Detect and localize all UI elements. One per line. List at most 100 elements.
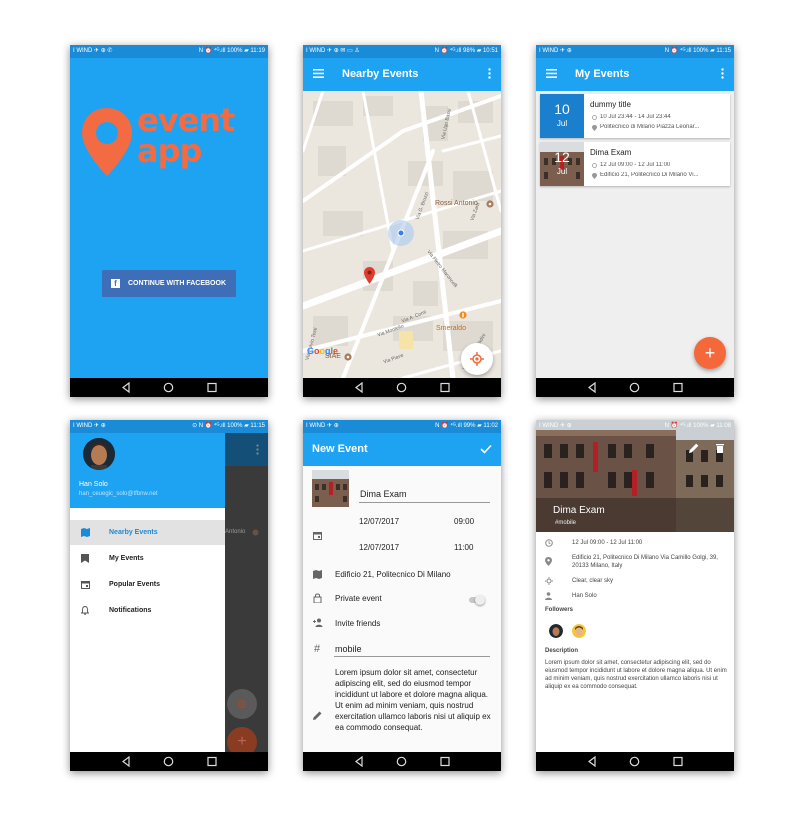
event-title: Dima Exam: [590, 148, 632, 157]
follower-avatar[interactable]: [549, 624, 563, 638]
private-event-toggle[interactable]: [469, 595, 485, 605]
back-icon[interactable]: [354, 382, 364, 393]
screen-event-detail: I WIND ✈ ⊕ N ⏰ ⁴ᴳ.ıll 100% ▰ 11:08 Dima …: [536, 420, 734, 771]
add-event-fab[interactable]: +: [694, 337, 726, 369]
event-address[interactable]: Edificio 21, Politecnico Di Milano Via C…: [572, 554, 727, 570]
date-day: 12: [554, 149, 570, 165]
logo-wordmark: event app: [137, 104, 235, 170]
status-right: N ⏰ ⁴ᴳ.ıll 99% ▰ 11:02: [435, 423, 498, 429]
status-bar: I WIND ✈ ⊕ N ⏰ ⁴ᴳ.ıll 100% ▰ 11:15: [536, 45, 734, 58]
home-icon[interactable]: [396, 382, 407, 393]
status-bar: I WIND ✈ ⊕ ⊙ N ⏰ ⁴ᴳ.ıll 100% ▰ 11:15: [70, 420, 268, 433]
recents-icon[interactable]: [207, 756, 217, 767]
home-icon[interactable]: [163, 382, 174, 393]
start-time-picker[interactable]: 09:00: [454, 517, 474, 526]
system-nav-bar: [70, 752, 268, 771]
recents-icon[interactable]: [673, 756, 683, 767]
status-left: I WIND ✈ ⊕: [306, 423, 339, 429]
map-tiles: [303, 88, 501, 381]
invite-friends-button[interactable]: Invite friends: [335, 619, 380, 628]
delete-icon[interactable]: [716, 443, 724, 453]
status-left: I WIND ✈ ⊕ ✉ ▭ ♙: [306, 48, 360, 54]
lock-icon: [313, 593, 322, 603]
menu-icon[interactable]: [546, 69, 557, 78]
tag-underline: [334, 656, 490, 657]
end-time-picker[interactable]: 11:00: [454, 543, 473, 552]
status-left: I WIND ✈ ⊕ ✆: [73, 48, 113, 54]
weather-icon: [545, 577, 553, 585]
edit-icon: [313, 711, 322, 720]
person-add-icon: [313, 618, 323, 627]
splash-background: event app f CONTINUE WITH FACEBOOK: [70, 58, 268, 378]
edit-icon[interactable]: [689, 443, 699, 453]
dimmed-place-label: Antonio: [225, 529, 246, 535]
event-cover-image[interactable]: [312, 470, 349, 507]
screen-splash: I WIND ✈ ⊕ ✆ N ⏰ ⁴ᴳ.ıll 100% ▰ 11:19 eve…: [70, 45, 268, 397]
restaurant-icon: [459, 311, 467, 319]
event-owner[interactable]: Han Solo: [572, 592, 727, 600]
tag-input[interactable]: mobile: [335, 644, 362, 654]
recents-icon[interactable]: [440, 756, 450, 767]
drawer-item-nearby-events[interactable]: Nearby Events: [70, 520, 225, 545]
home-icon[interactable]: [629, 756, 640, 767]
event-pin-icon[interactable]: [364, 267, 375, 284]
home-icon[interactable]: [629, 382, 640, 393]
followers-heading: Followers: [545, 607, 574, 613]
place-icon: [545, 557, 552, 566]
event-place: Politecnico di Milano Piazza Leonar...: [600, 124, 700, 130]
event-title-input[interactable]: Dima Exam: [360, 489, 407, 499]
status-left: I WIND ✈ ⊕: [539, 48, 572, 54]
scrim-background[interactable]: Antonio +: [225, 433, 268, 757]
continue-with-facebook-button[interactable]: f CONTINUE WITH FACEBOOK: [102, 270, 236, 297]
home-icon[interactable]: [396, 756, 407, 767]
drawer-item-my-events[interactable]: My Events: [70, 546, 225, 571]
description-heading: Description: [545, 648, 579, 654]
my-location-button[interactable]: [461, 343, 493, 375]
status-right: ⊙ N ⏰ ⁴ᴳ.ıll 100% ▰ 11:15: [192, 423, 265, 429]
back-icon[interactable]: [354, 756, 364, 767]
more-vert-icon[interactable]: [488, 68, 491, 79]
system-nav-bar: [536, 378, 734, 397]
check-icon[interactable]: [480, 444, 492, 454]
recents-icon[interactable]: [673, 382, 683, 393]
description-input[interactable]: Lorem ipsum dolor sit amet, consectetur …: [335, 667, 493, 733]
avatar[interactable]: [83, 438, 115, 470]
recents-icon[interactable]: [207, 382, 217, 393]
home-icon[interactable]: [163, 756, 174, 767]
status-right: N ⏰ ⁴ᴳ.ıll 100% ▰ 11:19: [198, 48, 265, 54]
start-date-picker[interactable]: 12/07/2017: [359, 517, 399, 526]
event-weather: Clear, clear sky: [572, 578, 614, 584]
event-description: Lorem ipsum dolor sit amet, consectetur …: [545, 660, 727, 690]
more-vert-icon[interactable]: [721, 68, 724, 79]
menu-icon[interactable]: [313, 69, 324, 78]
user-email: han_ceuegic_solo@tfbnw.net: [79, 491, 158, 497]
follower-avatar[interactable]: [572, 624, 586, 638]
recents-icon[interactable]: [440, 382, 450, 393]
app-bar: My Events: [536, 58, 734, 91]
event-card[interactable]: 10 Jul dummy title 10 Jul 23:44 - 14 Jul…: [540, 94, 730, 138]
location-field[interactable]: Edificio 21, Politecnico Di Milano: [335, 570, 451, 579]
page-title: New Event: [312, 443, 368, 455]
drawer-item-popular-events[interactable]: Popular Events: [70, 572, 225, 597]
building-photo: [312, 470, 349, 507]
back-icon[interactable]: [587, 382, 597, 393]
event-card[interactable]: 12 Jul Dima Exam 12 Jul 09:00 - 12 Jul 1…: [540, 142, 730, 186]
back-icon[interactable]: [121, 382, 131, 393]
date-tile: 12 Jul: [540, 142, 584, 186]
logo-line-app: app: [137, 132, 202, 170]
map-icon: [313, 570, 322, 579]
drawer-item-notifications[interactable]: Notifications: [70, 598, 225, 623]
back-icon[interactable]: [587, 756, 597, 767]
event-title: dummy title: [590, 100, 631, 109]
events-list: 10 Jul dummy title 10 Jul 23:44 - 14 Jul…: [536, 91, 734, 378]
map-view[interactable]: Rossi Antonio Smeraldo SIAE Via Ugo Bass…: [303, 88, 501, 397]
page-title: My Events: [575, 68, 630, 80]
end-date-picker[interactable]: 12/07/2017: [359, 543, 399, 552]
event-time: 10 Jul 23:44 - 14 Jul 23:44: [600, 114, 671, 120]
system-nav-bar: [536, 752, 734, 771]
date-month: Jul: [556, 167, 568, 176]
back-icon[interactable]: [121, 756, 131, 767]
place-icon: [592, 125, 597, 131]
drawer-item-label: Nearby Events: [109, 529, 158, 536]
status-right: N ⏰ ⁴ᴳ.ıll 100% ▰ 11:08: [664, 423, 731, 429]
